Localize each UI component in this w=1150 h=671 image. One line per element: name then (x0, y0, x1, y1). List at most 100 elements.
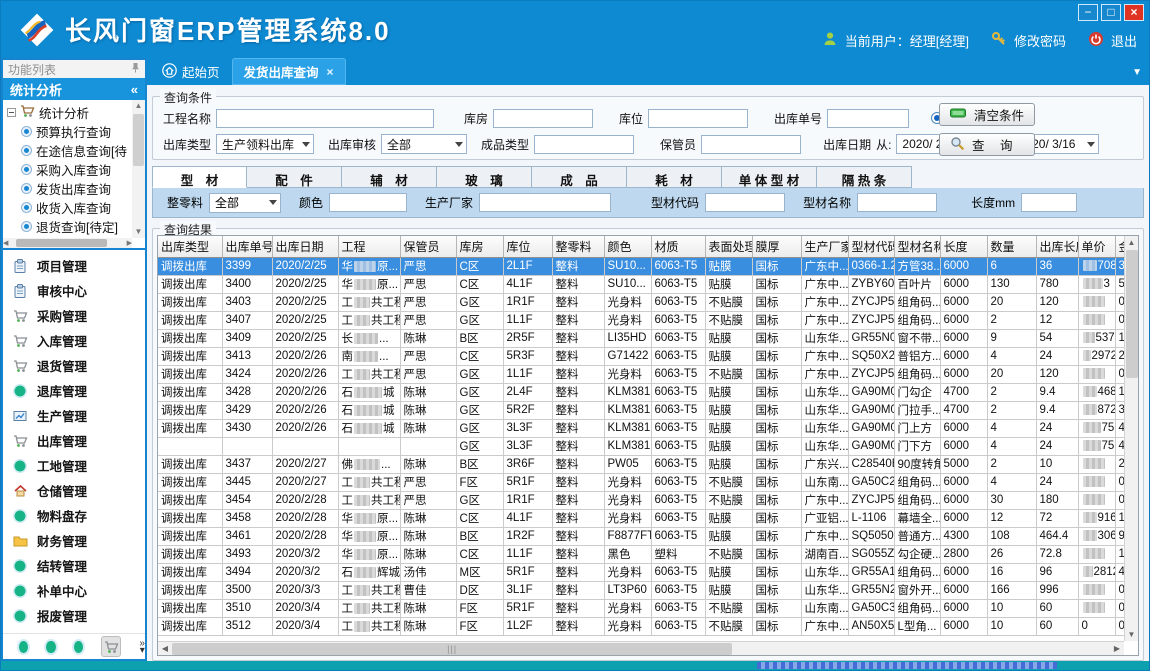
table-row[interactable]: 调拨出库34542020/2/28工共工程严思G区1R1F整料光身料6063-T… (158, 491, 1124, 509)
table-row[interactable]: 调拨出库34292020/2/26石城陈琳G区5R2F整料KLM38176063… (158, 401, 1124, 419)
column-header-maker[interactable]: 生产厂家 (801, 236, 848, 257)
sidebar-overflow-button[interactable]: »▾ (139, 640, 145, 654)
material-subtab[interactable]: 成 品 (532, 166, 627, 188)
scroll-up-icon[interactable]: ▲ (135, 100, 143, 112)
table-row[interactable]: 调拨出库34932020/3/2华原...陈琳C区1L1F整料黑色塑料不贴膜国标… (158, 545, 1124, 563)
column-header-type[interactable]: 出库类型 (158, 236, 222, 257)
column-header-outlen[interactable]: 出库长度 (1036, 236, 1078, 257)
table-row[interactable]: 调拨出库33992020/2/25华原...严思C区2L1F整料SU10...6… (158, 257, 1124, 275)
column-header-length[interactable]: 长度 (940, 236, 987, 257)
sidebar-menu-item[interactable]: 工地管理 (3, 453, 145, 478)
audit-select[interactable]: 全部 (381, 134, 467, 154)
logout-button[interactable]: 退出 (1111, 31, 1137, 50)
sidebar-menu-item[interactable]: 生产管理 (3, 403, 145, 428)
profile-name-input[interactable] (857, 193, 937, 212)
product-type-input[interactable] (534, 135, 634, 154)
tree-vertical-scrollbar[interactable]: ▲ ▼ (132, 100, 145, 238)
table-row[interactable]: 调拨出库34452020/2/27工共工程严思F区5R1F整料光身料6063-T… (158, 473, 1124, 491)
tree-item[interactable]: 在途信息查询[待 (7, 141, 131, 160)
tree-horizontal-scrollbar[interactable]: ◀ ▶ (3, 238, 132, 248)
profile-code-input[interactable] (705, 193, 785, 212)
sidebar-menu-item[interactable]: 项目管理 (3, 253, 145, 278)
table-row[interactable]: 调拨出库34132020/2/26南...严思C区5R3F整料G71422606… (158, 347, 1124, 365)
scroll-down-icon[interactable]: ▼ (135, 226, 143, 238)
close-button[interactable]: × (1124, 4, 1144, 21)
tab-close-icon[interactable]: × (327, 65, 334, 79)
column-header-qty[interactable]: 数量 (987, 236, 1036, 257)
clear-conditions-button[interactable]: 清空条件 (939, 103, 1035, 126)
sidebar-menu-item[interactable]: 报废管理 (3, 603, 145, 628)
column-header-location[interactable]: 库位 (503, 236, 552, 257)
whole-part-select[interactable]: 全部 (209, 193, 281, 213)
table-row[interactable]: 调拨出库34072020/2/25工共工程严思G区1L1F整料光身料6063-T… (158, 311, 1124, 329)
module-dot-icon[interactable] (46, 641, 55, 653)
column-header-price[interactable]: 单价 (1078, 236, 1115, 257)
sidebar-menu-item[interactable]: 出库管理 (3, 428, 145, 453)
sidebar-menu-item[interactable]: 物料盘存 (3, 503, 145, 528)
minimize-button[interactable]: − (1078, 4, 1098, 21)
column-header-name[interactable]: 型材名称 (894, 236, 940, 257)
out-type-select[interactable]: 生产领料出库 (216, 134, 314, 154)
order-no-input[interactable] (827, 109, 909, 128)
sidebar-menu-item[interactable]: 退库管理 (3, 378, 145, 403)
table-row[interactable]: 调拨出库34942020/3/2石辉城汤伟M区5R1F整料光身料6063-T5贴… (158, 563, 1124, 581)
scroll-right-icon[interactable]: ▶ (1110, 644, 1124, 653)
table-row[interactable]: 调拨出库34582020/2/28华原...陈琳C区4L1F整料光身料6063-… (158, 509, 1124, 527)
material-subtab[interactable]: 隔 热 条 (817, 166, 912, 188)
tab-shipping-out-query[interactable]: 发货出库查询 × (232, 58, 346, 85)
color-input[interactable] (329, 193, 407, 212)
material-subtab[interactable]: 型 材 (152, 166, 247, 188)
table-row[interactable]: 调拨出库34302020/2/26石城陈琳G区3L3F整料KLM38176063… (158, 419, 1124, 437)
material-subtab[interactable]: 配 件 (247, 166, 342, 188)
column-header-project[interactable]: 工程 (338, 236, 400, 257)
column-header-film[interactable]: 膜厚 (752, 236, 801, 257)
column-header-surface[interactable]: 表面处理 (705, 236, 752, 257)
sidebar-menu-item[interactable]: 退货管理 (3, 353, 145, 378)
scrollbar-thumb[interactable] (16, 239, 106, 247)
table-row[interactable]: 调拨出库34002020/2/25华原...严思C区4L1F整料SU10...6… (158, 275, 1124, 293)
material-subtab[interactable]: 辅 材 (342, 166, 437, 188)
change-password-button[interactable]: 修改密码 (1014, 31, 1066, 50)
table-row[interactable]: 调拨出库35122020/3/4工共工程陈琳F区1L2F整料光身料6063-T5… (158, 617, 1124, 635)
table-row[interactable]: 调拨出库34092020/2/25长...陈琳B区2R5F整料LI35HD606… (158, 329, 1124, 347)
sidebar-menu-item[interactable]: 结转管理 (3, 553, 145, 578)
keeper-input[interactable] (701, 135, 801, 154)
sidebar-menu-item[interactable]: 补单中心 (3, 578, 145, 603)
module-dot-icon[interactable] (19, 641, 28, 653)
grid-vertical-scrollbar[interactable]: ▲ ▼ (1124, 236, 1138, 641)
table-row[interactable]: 调拨出库34242020/2/26工共工程严思G区1L1F整料光身料6063-T… (158, 365, 1124, 383)
column-header-color[interactable]: 颜色 (604, 236, 651, 257)
scrollbar-thumb[interactable]: ||| (172, 643, 732, 655)
grid-horizontal-scrollbar[interactable]: ◀ ||| ▶ (158, 641, 1124, 655)
table-row[interactable]: 调拨出库34032020/2/25工共工程严思G区1R1F整料光身料6063-T… (158, 293, 1124, 311)
tree-item[interactable]: 发货出库查询 (7, 179, 131, 198)
tree-root[interactable]: 统计分析 (7, 103, 131, 122)
maker-input[interactable] (479, 193, 611, 212)
column-header-warehouse[interactable]: 库房 (456, 236, 503, 257)
table-row[interactable]: 调拨出库35002020/3/3工共工程曹佳D区3L1F整料LT3P606063… (158, 581, 1124, 599)
tree-item[interactable]: 采购入库查询 (7, 160, 131, 179)
tree-item[interactable]: 预算执行查询 (7, 122, 131, 141)
location-input[interactable] (648, 109, 748, 128)
material-subtab[interactable]: 耗 材 (627, 166, 722, 188)
sidebar-menu-item[interactable]: 入库管理 (3, 328, 145, 353)
scroll-down-icon[interactable]: ▼ (1128, 628, 1136, 641)
cart-module-button[interactable] (101, 636, 122, 657)
sidebar-menu-item[interactable]: 审核中心 (3, 278, 145, 303)
column-header-amount[interactable]: 金 (1115, 236, 1124, 257)
tree-expander-icon[interactable] (7, 108, 16, 117)
scroll-left-icon[interactable]: ◀ (3, 239, 8, 247)
tree-item[interactable]: 收货入库查询 (7, 198, 131, 217)
table-row[interactable]: 调拨出库34612020/2/28华原...陈琳B区1R2F整料F8877FT6… (158, 527, 1124, 545)
scrollbar-thumb[interactable] (1126, 250, 1138, 378)
warehouse-input[interactable] (493, 109, 593, 128)
module-dot-icon[interactable] (74, 641, 83, 653)
column-header-keeper[interactable]: 保管员 (400, 236, 456, 257)
search-button[interactable]: 查 询 (939, 133, 1035, 156)
material-subtab[interactable]: 单 体 型 材 (722, 166, 817, 188)
maximize-button[interactable]: □ (1101, 4, 1121, 21)
column-header-no[interactable]: 出库单号 (222, 236, 272, 257)
sidebar-menu-item[interactable]: 财务管理 (3, 528, 145, 553)
sidebar-menu-item[interactable]: 仓储管理 (3, 478, 145, 503)
sidebar-menu-item[interactable]: 采购管理 (3, 303, 145, 328)
